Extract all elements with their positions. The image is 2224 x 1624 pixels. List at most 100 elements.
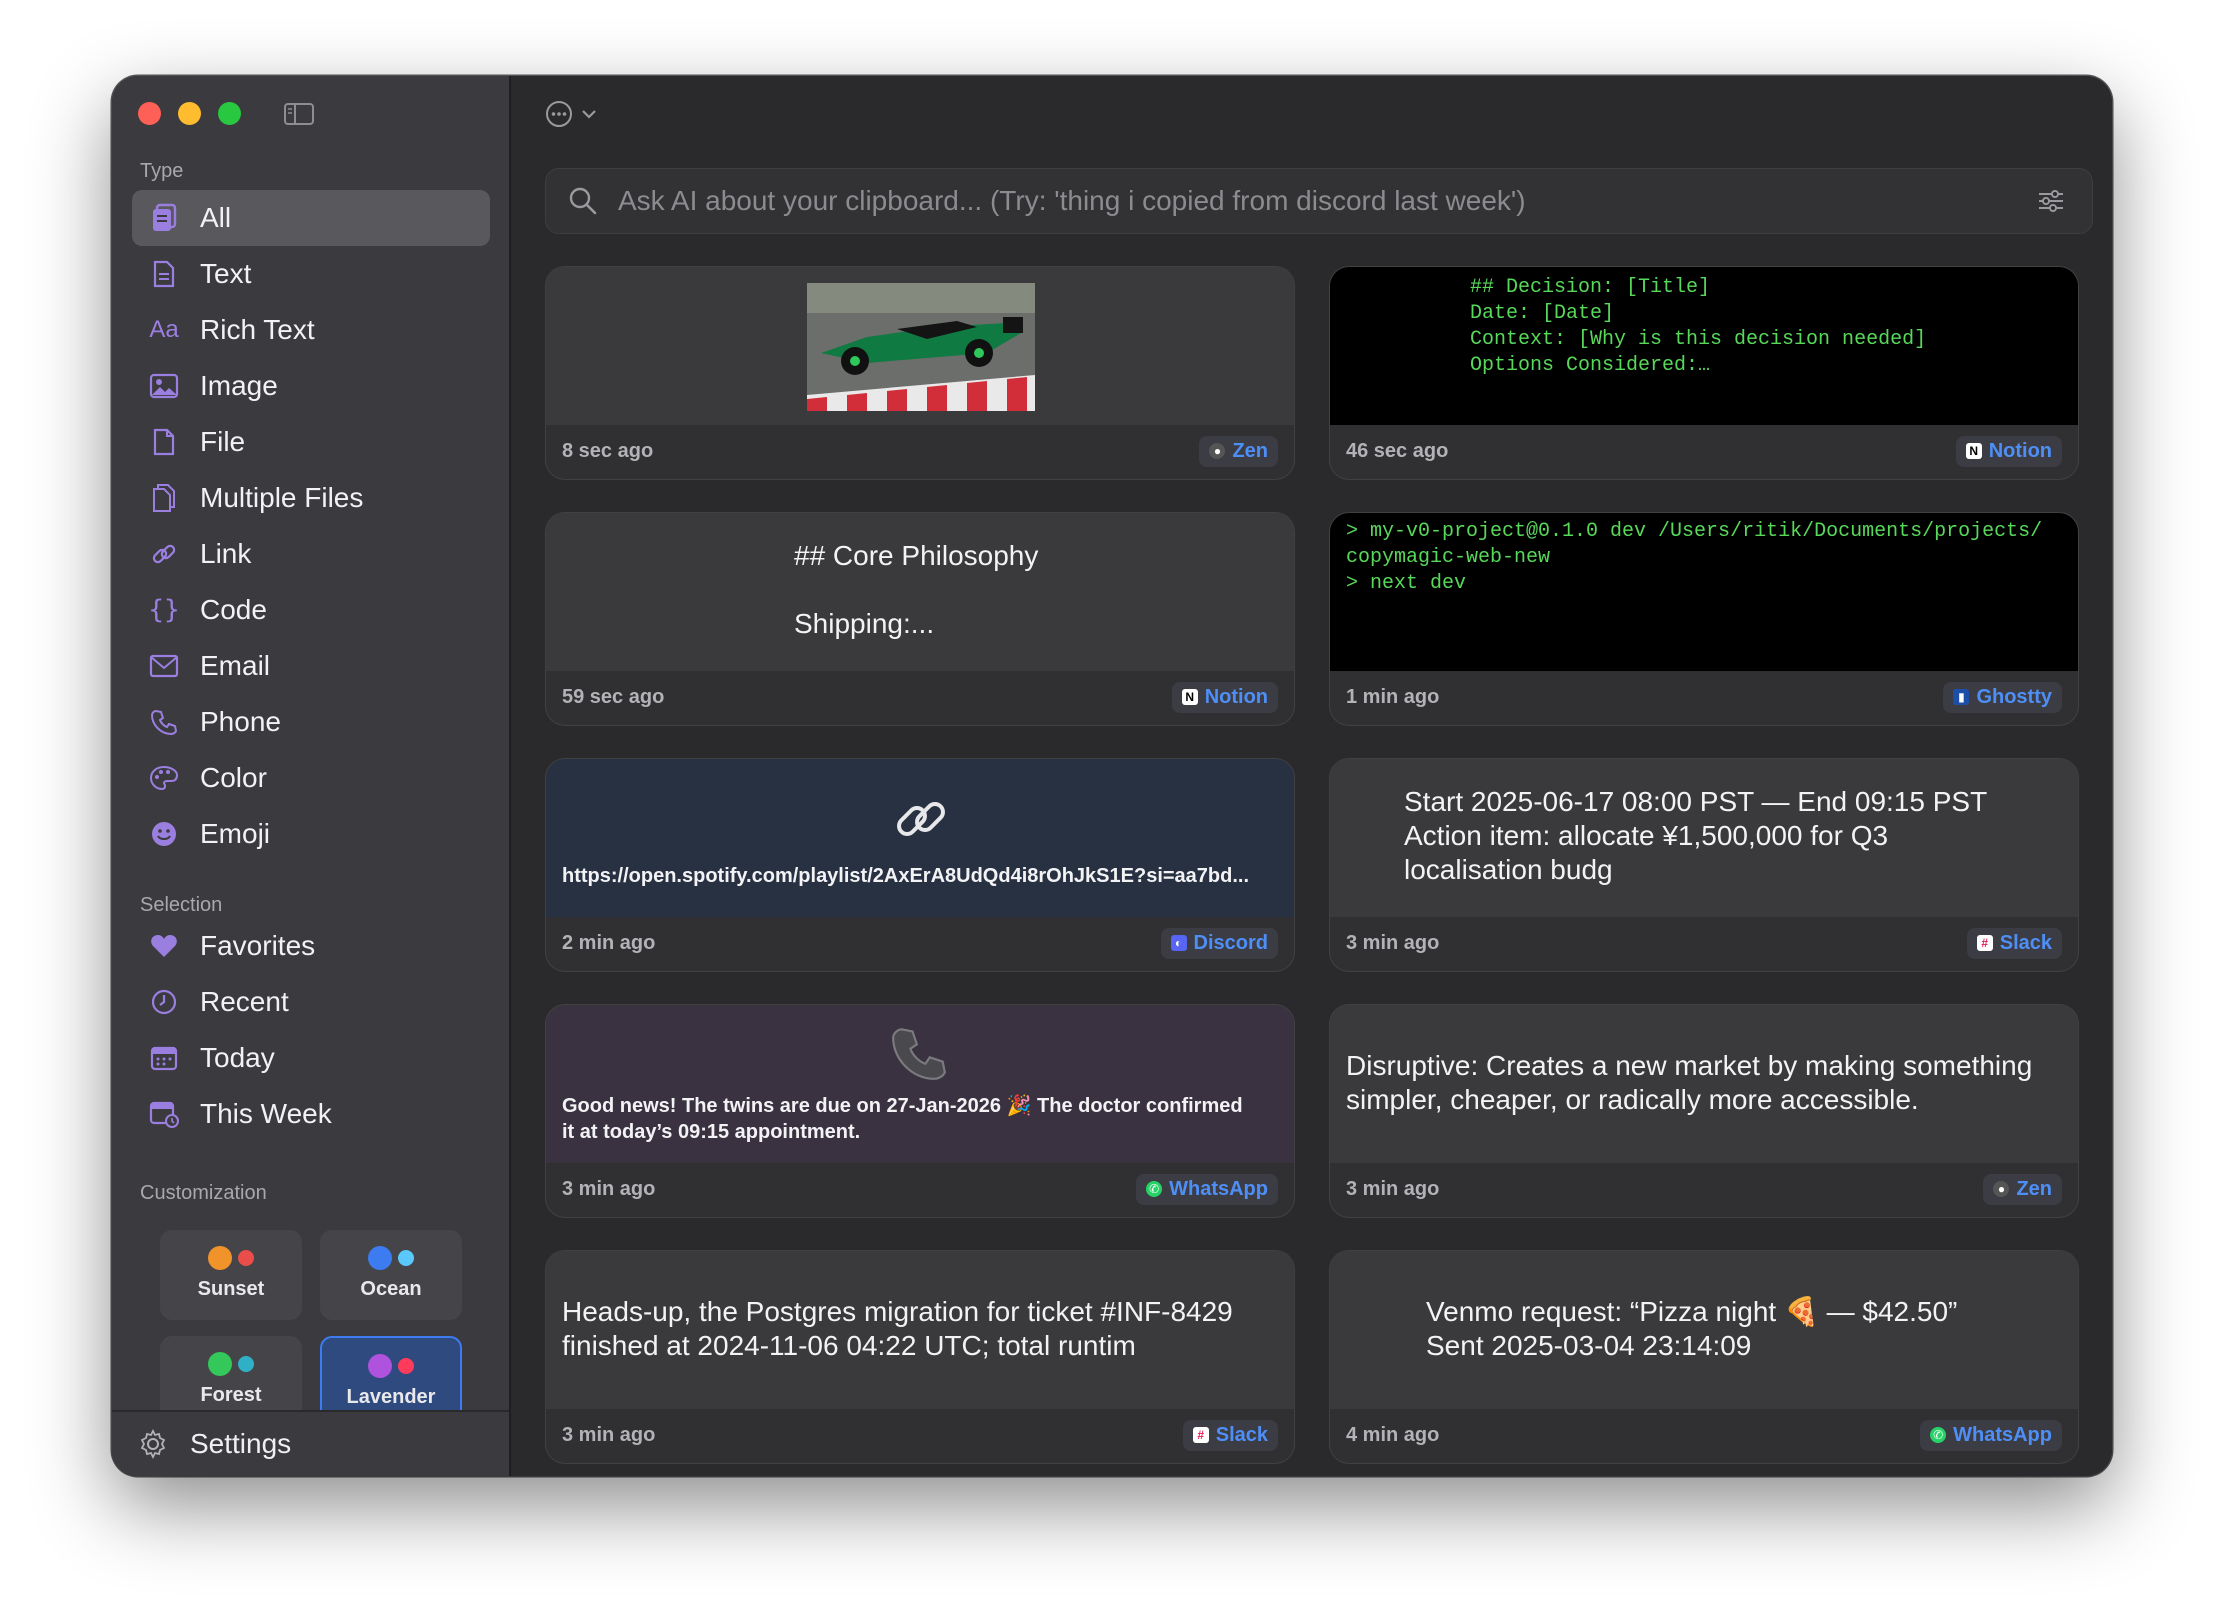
text-icon [148, 258, 180, 290]
clipboard-card-code[interactable]: ## Decision: [Title] Date: [Date] Contex… [1329, 266, 2079, 480]
clock-icon [148, 986, 180, 1018]
card-timestamp: 59 sec ago [562, 685, 665, 708]
card-text-line: finished at 2024-11-06 04:22 UTC; total … [562, 1330, 1136, 1361]
app-window: Type All Text Aa Rich Text Image File Mu… [112, 76, 2112, 1476]
code-line: copymagic-web-new [1346, 546, 1551, 569]
sidebar-item-code[interactable]: {} Code [132, 582, 490, 638]
sidebar-item-recent[interactable]: Recent [132, 974, 490, 1030]
source-app-name: Ghostty [1976, 685, 2052, 708]
card-text-line: Heads-up, the Postgres migration for tic… [562, 1296, 1233, 1327]
sidebar-item-color[interactable]: Color [132, 750, 490, 806]
sidebar-item-label: Text [200, 258, 252, 289]
clipboard-card-link[interactable]: https://open.spotify.com/playlist/2AxErA… [545, 758, 1295, 972]
source-app-name: WhatsApp [1169, 1177, 1268, 1200]
heart-icon [148, 930, 180, 962]
source-app-badge[interactable]: N Notion [1955, 435, 2062, 467]
sidebar-item-label: Image [200, 370, 278, 401]
type-filter-list: All Text Aa Rich Text Image File Multipl… [132, 190, 490, 862]
clipboard-card-text[interactable]: ## Core Philosophy Shipping:... 59 sec a… [545, 512, 1295, 726]
card-preview [546, 267, 1294, 425]
card-footer: 3 min ago # Slack [1330, 915, 2078, 971]
clipboard-card-code[interactable]: > my-v0-project@0.1.0 dev /Users/ritik/D… [1329, 512, 2079, 726]
card-timestamp: 4 min ago [1346, 1423, 1440, 1446]
source-app-badge[interactable]: # Slack [1182, 1419, 1278, 1451]
race-car-thumbnail [807, 283, 1035, 411]
source-app-badge[interactable]: # Slack [1966, 927, 2062, 959]
sidebar-item-all[interactable]: All [132, 190, 490, 246]
minimize-window-button[interactable] [178, 102, 201, 125]
sidebar-item-label: Today [200, 1042, 275, 1073]
card-footer: 46 sec ago N Notion [1330, 423, 2078, 479]
card-timestamp: 3 min ago [562, 1177, 656, 1200]
source-app-badge[interactable]: N Notion [1171, 681, 1278, 713]
card-preview: ## Decision: [Title] Date: [Date] Contex… [1330, 267, 2078, 425]
card-text-line: Venmo request: “Pizza night 🍕 — $42.50” [1426, 1296, 1958, 1327]
zoom-window-button[interactable] [218, 102, 241, 125]
card-preview: Venmo request: “Pizza night 🍕 — $42.50” … [1330, 1251, 2078, 1409]
source-app-badge[interactable]: ✆ WhatsApp [1136, 1173, 1278, 1205]
theme-ocean-button[interactable]: Ocean [320, 1230, 462, 1320]
sidebar-item-label: Phone [200, 706, 281, 737]
sidebar-item-file[interactable]: File [132, 414, 490, 470]
sidebar-item-text[interactable]: Text [132, 246, 490, 302]
filter-sliders-icon[interactable] [2036, 186, 2066, 216]
sidebar-item-multiple-files[interactable]: Multiple Files [132, 470, 490, 526]
emoji-icon [148, 818, 180, 850]
theme-label: Lavender [346, 1386, 436, 1408]
clipboard-card-image[interactable]: 8 sec ago ● Zen [545, 266, 1295, 480]
clipboard-card-text[interactable]: Heads-up, the Postgres migration for tic… [545, 1250, 1295, 1464]
card-preview: > my-v0-project@0.1.0 dev /Users/ritik/D… [1330, 513, 2078, 671]
sidebar-item-emoji[interactable]: Emoji [132, 806, 490, 862]
card-text-line: Good news! The twins are due on 27-Jan-2… [562, 1095, 1243, 1117]
card-timestamp: 1 min ago [1346, 685, 1440, 708]
discord-icon: ◐ [1170, 935, 1187, 951]
link-icon [148, 538, 180, 570]
source-app-badge[interactable]: ● Zen [1199, 435, 1278, 467]
clipboard-card-text[interactable]: Disruptive: Creates a new market by maki… [1329, 1004, 2079, 1218]
sidebar-item-image[interactable]: Image [132, 358, 490, 414]
source-app-badge[interactable]: ▮ Ghostty [1943, 681, 2062, 713]
sidebar-item-today[interactable]: Today [132, 1030, 490, 1086]
source-app-name: Notion [1204, 685, 1268, 708]
calendar-icon [148, 1042, 180, 1074]
email-icon [148, 650, 180, 682]
card-text-line: localisation budg [1404, 854, 1613, 885]
whatsapp-icon: ✆ [1930, 1427, 1947, 1443]
card-text-line: Shipping:... [794, 608, 935, 639]
slack-icon: # [1192, 1427, 1209, 1443]
theme-color-dot [368, 1246, 392, 1270]
theme-sunset-button[interactable]: Sunset [160, 1230, 302, 1320]
card-timestamp: 3 min ago [562, 1423, 656, 1446]
search-input[interactable] [616, 184, 2036, 218]
code-snippet: > my-v0-project@0.1.0 dev /Users/ritik/D… [1346, 519, 2042, 597]
source-app-name: WhatsApp [1953, 1423, 2052, 1446]
clipboard-card-text[interactable]: Venmo request: “Pizza night 🍕 — $42.50” … [1329, 1250, 2079, 1464]
card-text-line: Start 2025-06-17 08:00 PST — End 09:15 P… [1404, 786, 1988, 817]
color-palette-icon [148, 762, 180, 794]
sidebar-item-label: Color [200, 762, 267, 793]
sidebar-item-this-week[interactable]: This Week [132, 1086, 490, 1142]
sidebar-item-rich-text[interactable]: Aa Rich Text [132, 302, 490, 358]
clipboard-card-phone[interactable]: Good news! The twins are due on 27-Jan-2… [545, 1004, 1295, 1218]
source-app-badge[interactable]: ✆ WhatsApp [1920, 1419, 2062, 1451]
sidebar-item-email[interactable]: Email [132, 638, 490, 694]
multiple-files-icon [148, 482, 180, 514]
sidebar-toggle-icon[interactable] [284, 103, 314, 125]
source-app-badge[interactable]: ◐ Discord [1160, 927, 1278, 959]
calendar-week-icon [148, 1098, 180, 1130]
chevron-down-icon [582, 110, 596, 119]
settings-button[interactable]: Settings [112, 1410, 509, 1476]
source-app-badge[interactable]: ● Zen [1983, 1173, 2062, 1205]
close-window-button[interactable] [138, 102, 161, 125]
card-timestamp: 2 min ago [562, 931, 656, 954]
sidebar-item-phone[interactable]: Phone [132, 694, 490, 750]
selection-filter-list: Favorites Recent Today This Week [132, 918, 490, 1142]
clipboard-card-text[interactable]: Start 2025-06-17 08:00 PST — End 09:15 P… [1329, 758, 2079, 972]
more-options-button[interactable] [545, 100, 597, 128]
theme-color-dot [238, 1356, 254, 1372]
source-app-name: Notion [1988, 439, 2052, 462]
main-content: 8 sec ago ● Zen ## Decision: [Title] Dat… [511, 76, 2112, 1476]
sidebar-item-favorites[interactable]: Favorites [132, 918, 490, 974]
zen-icon: ● [1993, 1181, 2010, 1197]
sidebar-item-link[interactable]: Link [132, 526, 490, 582]
